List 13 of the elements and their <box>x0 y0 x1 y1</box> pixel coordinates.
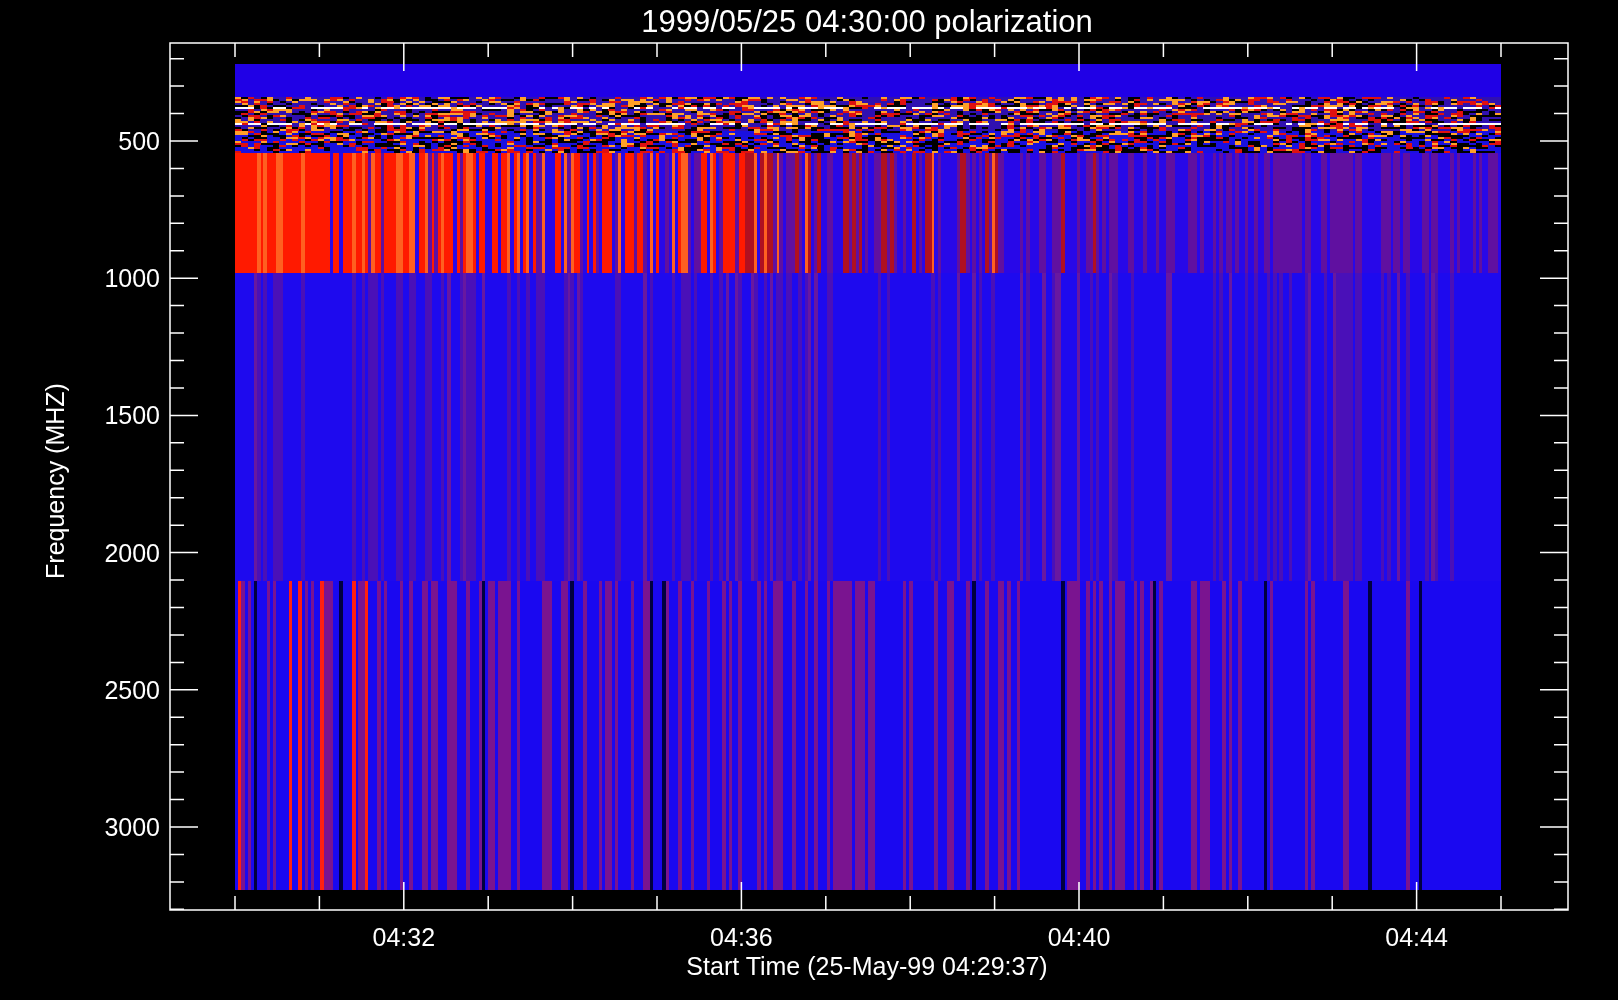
tick-label: 04:36 <box>710 923 773 951</box>
tick-label: 04:40 <box>1047 923 1111 951</box>
axis-title: Frequency (MHZ) <box>41 383 69 579</box>
tick-label: 1000 <box>104 264 160 293</box>
tick-label: 2500 <box>104 675 160 704</box>
tick-label: 04:32 <box>372 923 436 951</box>
tick-label: 04:44 <box>1385 923 1448 951</box>
chart-title: 1999/05/25 04:30:00 polarization <box>641 4 1093 39</box>
tick-label: 500 <box>118 127 160 155</box>
tick-label: 1500 <box>104 401 160 430</box>
tick-label: 3000 <box>104 813 160 841</box>
axis-title: Start Time (25-May-99 04:29:37) <box>686 952 1048 980</box>
tick-label: 2000 <box>104 538 160 567</box>
